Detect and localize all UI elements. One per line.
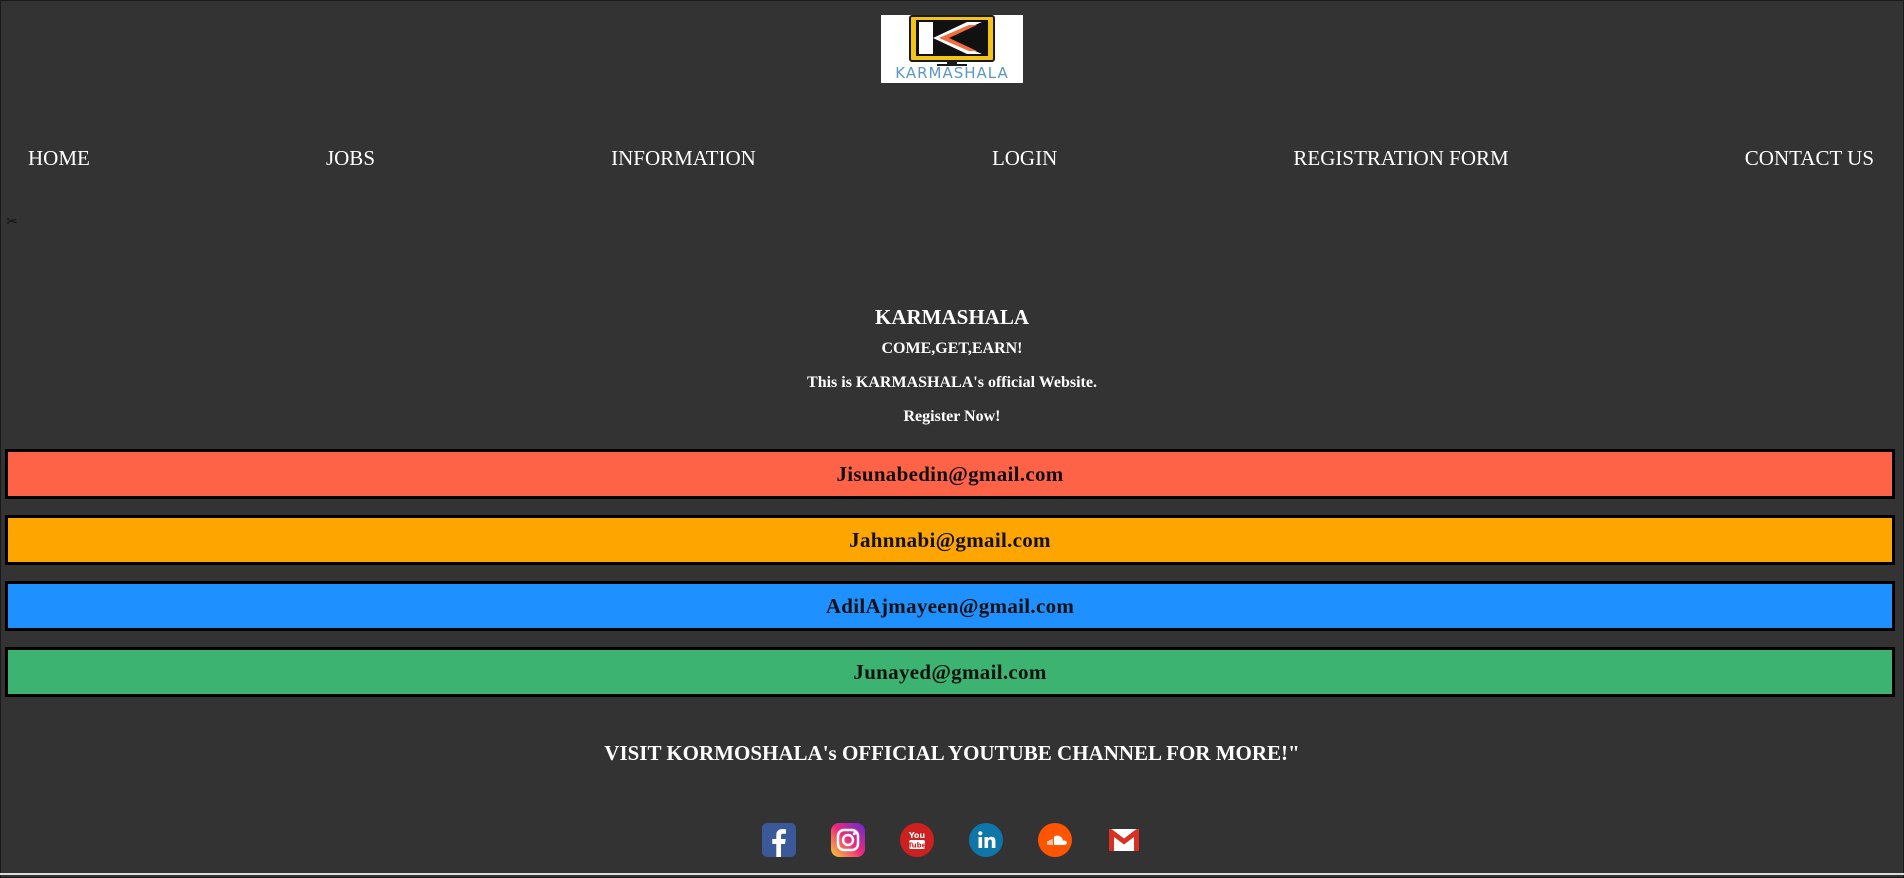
main-navigation: HOME JOBS INFORMATION LOGIN REGISTRATION… [28, 144, 1874, 172]
email-bar-1[interactable]: Jisunabedin@gmail.com [5, 449, 1895, 499]
svg-text:You: You [908, 831, 926, 840]
facebook-link[interactable] [762, 823, 796, 857]
nav-home[interactable]: HOME [28, 146, 90, 171]
monitor-k-logo-icon [909, 15, 995, 66]
hero-slogan: COME,GET,EARN! [881, 340, 1023, 357]
nav-contact-us[interactable]: CONTACT US [1745, 146, 1874, 171]
youtube-link[interactable]: You Tube [900, 823, 934, 857]
nav-jobs[interactable]: JOBS [326, 146, 375, 171]
email-bar-3[interactable]: AdilAjmayeen@gmail.com [5, 581, 1895, 631]
linkedin-link[interactable] [969, 823, 1003, 857]
social-links: You Tube [762, 823, 1141, 857]
broken-image-icon: ✂ [6, 214, 18, 230]
youtube-icon: You Tube [900, 823, 934, 857]
gmail-icon [1109, 829, 1139, 851]
nav-login[interactable]: LOGIN [992, 146, 1057, 171]
linkedin-icon [969, 823, 1003, 857]
youtube-channel-cta: VISIT KORMOSHALA's OFFICIAL YOUTUBE CHAN… [604, 741, 1300, 765]
svg-text:Tube: Tube [908, 842, 927, 850]
nav-registration-form[interactable]: REGISTRATION FORM [1293, 146, 1508, 171]
hero-title: KARMASHALA [874, 305, 1029, 329]
soundcloud-icon [1038, 823, 1072, 857]
email-bar-2[interactable]: Jahnnabi@gmail.com [5, 515, 1895, 565]
instagram-icon [831, 823, 865, 857]
soundcloud-link[interactable] [1038, 823, 1072, 857]
nav-information[interactable]: INFORMATION [611, 146, 756, 171]
gmail-link[interactable] [1107, 823, 1141, 857]
bottom-divider [0, 873, 1904, 875]
hero-register-cta: Register Now! [903, 408, 1001, 425]
hero-description: This is KARMASHALA's official Website. [807, 374, 1097, 391]
site-logo[interactable]: KARMASHALA [881, 15, 1023, 83]
logo-wordmark: KARMASHALA [895, 64, 1009, 82]
hero-section: KARMASHALA COME,GET,EARN! This is KARMAS… [0, 302, 1904, 434]
facebook-icon [762, 823, 796, 857]
email-bar-4[interactable]: Junayed@gmail.com [5, 647, 1895, 697]
instagram-link[interactable] [831, 823, 865, 857]
